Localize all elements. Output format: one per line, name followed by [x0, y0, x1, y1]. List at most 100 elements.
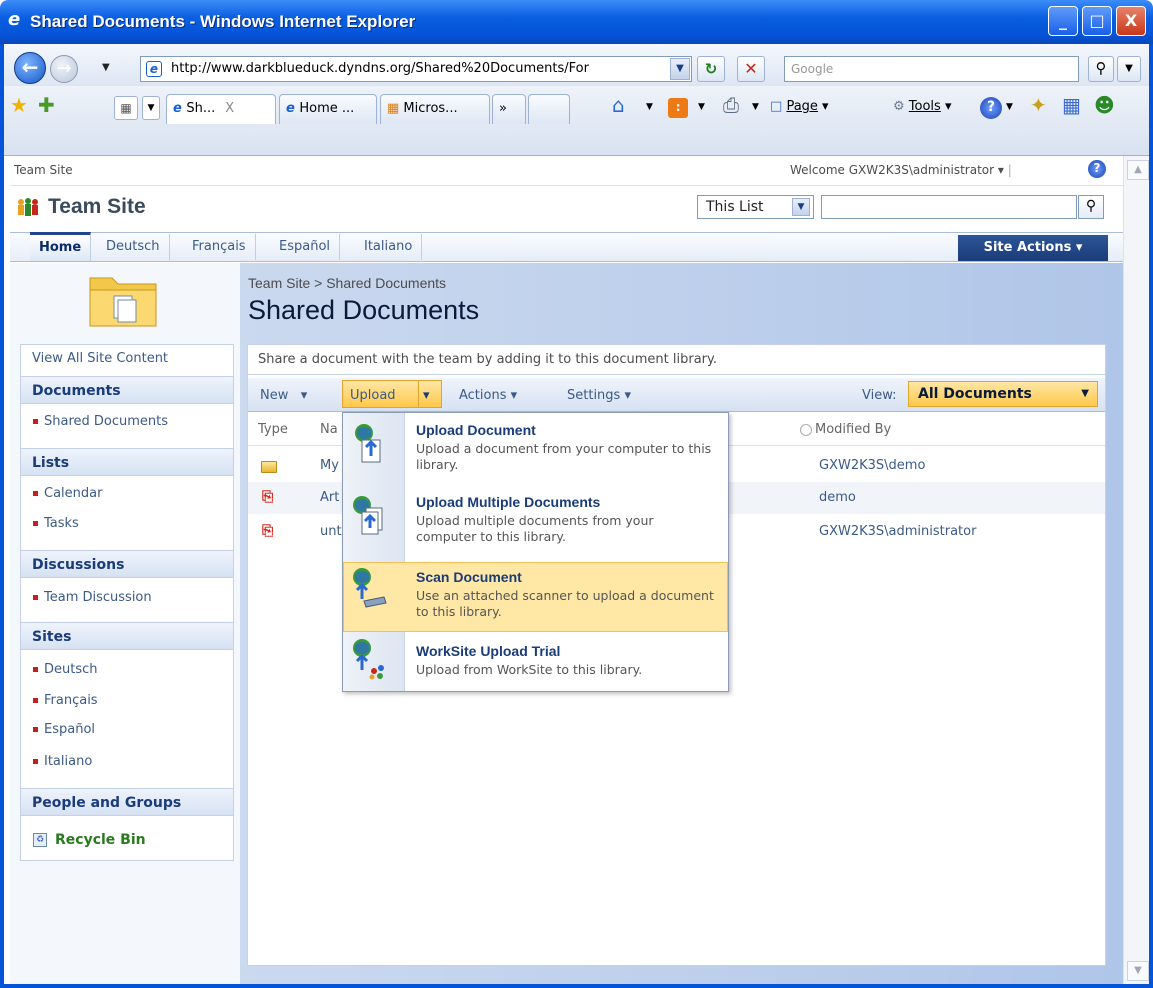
scroll-down-icon[interactable]: ▼ — [1127, 961, 1149, 981]
page-menu[interactable]: □ Page ▾ — [770, 94, 829, 120]
site-actions-menu[interactable]: Site Actions ▾ — [958, 235, 1108, 261]
home-dropdown-icon[interactable]: ▼ — [646, 94, 653, 120]
tools-menu[interactable]: ⚙ Tools ▾ — [893, 94, 952, 120]
quicklaunch-heading-lists[interactable]: Lists — [21, 448, 233, 476]
tab-overflow[interactable]: » — [492, 94, 526, 124]
tab-home[interactable]: e Home ... — [279, 94, 377, 124]
topnav-italiano[interactable]: Italiano — [355, 234, 423, 260]
row-name[interactable]: unt — [320, 522, 342, 542]
print-icon[interactable]: ⎙ — [723, 94, 739, 116]
quicklaunch-item-francais[interactable]: Français — [21, 686, 233, 716]
upload-label: Upload — [350, 388, 396, 403]
quicklaunch-heading-discussions[interactable]: Discussions — [21, 550, 233, 578]
topnav-francais[interactable]: Français — [183, 234, 256, 260]
search-icon[interactable]: ⚲ — [1078, 195, 1104, 219]
home-icon[interactable]: ⌂ — [612, 94, 625, 116]
stop-button[interactable]: ✕ — [737, 56, 765, 82]
ie-page-icon: e — [286, 101, 300, 116]
tab-microsoft[interactable]: ▦ Micros... — [380, 94, 490, 124]
folder-icon — [261, 461, 277, 473]
translate-icon[interactable]: ▦ — [1062, 94, 1081, 116]
site-title[interactable]: Team Site — [48, 195, 146, 219]
view-all-site-content-link[interactable]: View All Site Content — [21, 345, 233, 372]
pdf-icon: ⎘ — [262, 489, 274, 505]
window-frame-left — [0, 44, 4, 988]
quicklaunch-heading-sites[interactable]: Sites — [21, 622, 233, 650]
upload-dropdown-icon[interactable]: ▾ — [423, 384, 430, 408]
close-button[interactable]: X — [1116, 6, 1146, 36]
quicklaunch-item-shared-documents[interactable]: Shared Documents — [21, 407, 233, 437]
site-search-input[interactable] — [821, 195, 1077, 219]
new-menu[interactable]: New ▾ — [260, 384, 307, 408]
row-modified-by[interactable]: demo — [819, 488, 856, 508]
search-options-dropdown-icon[interactable]: ▼ — [1117, 56, 1141, 82]
library-description: Share a document with the team by adding… — [248, 345, 1105, 375]
worksite-upload-icon — [353, 639, 384, 680]
quicklaunch-item-team-discussion[interactable]: Team Discussion — [21, 583, 233, 613]
history-dropdown-icon[interactable]: ▼ — [102, 62, 110, 73]
view-select[interactable]: All Documents ▼ — [908, 381, 1098, 407]
address-bar[interactable]: http://www.darkblueduck.dyndns.org/Share… — [140, 56, 692, 82]
team-site-link[interactable]: Team Site — [14, 163, 73, 177]
quicklaunch-item-italiano[interactable]: Italiano — [21, 747, 233, 777]
settings-menu[interactable]: Settings ▾ — [567, 384, 631, 408]
scan-document-title: Scan Document — [416, 569, 522, 585]
back-button[interactable]: ← — [14, 52, 46, 84]
chevron-down-icon: ▾ — [997, 163, 1004, 177]
print-dropdown-icon[interactable]: ▼ — [752, 94, 759, 120]
feeds-icon[interactable]: ∶ — [668, 98, 688, 118]
row-modified-by[interactable]: GXW2K3S\demo — [819, 456, 925, 476]
column-type[interactable]: Type — [258, 422, 288, 437]
quick-tabs-icon[interactable]: ▦ — [114, 96, 138, 120]
recycle-bin-link[interactable]: ♻ Recycle Bin — [21, 827, 233, 853]
ie-page-icon: e — [173, 101, 187, 116]
row-name[interactable]: Art — [320, 488, 339, 508]
chevron-down-icon[interactable]: ▼ — [792, 198, 810, 216]
column-modified-by[interactable]: Modified By — [800, 422, 891, 437]
upload-multiple-documents-desc: Upload multiple documents from your comp… — [416, 513, 654, 544]
favorites-star-icon[interactable]: ★ — [10, 94, 28, 116]
forward-button[interactable]: → — [50, 55, 78, 83]
quicklaunch-item-tasks[interactable]: Tasks — [21, 509, 233, 539]
scan-document-desc: Use an attached scanner to upload a docu… — [416, 588, 714, 619]
topnav-deutsch[interactable]: Deutsch — [97, 234, 170, 260]
quicklaunch-item-calendar[interactable]: Calendar — [21, 479, 233, 509]
minimize-button[interactable]: _ — [1048, 6, 1078, 36]
row-name[interactable]: My — [320, 456, 339, 476]
quicklaunch-item-deutsch[interactable]: Deutsch — [21, 655, 233, 685]
window-frame-right — [1149, 44, 1153, 988]
research-icon[interactable]: ✦ — [1030, 94, 1047, 116]
actions-menu[interactable]: Actions ▾ — [459, 384, 517, 408]
scroll-up-icon[interactable]: ▲ — [1127, 160, 1149, 180]
refresh-button[interactable]: ↻ — [697, 56, 725, 82]
quicklaunch-heading-people-and-groups[interactable]: People and Groups — [21, 788, 233, 816]
help-dropdown-icon[interactable]: ▼ — [1006, 94, 1013, 120]
tab-shared-documents[interactable]: e Sh... X — [166, 94, 276, 124]
document-library-icon — [89, 277, 157, 327]
tab-close-icon[interactable]: X — [225, 101, 234, 116]
upload-document-title: Upload Document — [416, 422, 536, 438]
page-title: Shared Documents — [248, 295, 480, 325]
add-favorite-icon[interactable]: ✚ — [38, 94, 55, 116]
upload-document-icon — [355, 424, 381, 463]
feeds-dropdown-icon[interactable]: ▼ — [698, 94, 705, 120]
search-input[interactable]: Google — [784, 56, 1079, 82]
search-icon[interactable]: ⚲ — [1088, 56, 1114, 82]
address-dropdown-icon[interactable]: ▼ — [670, 58, 690, 80]
quicklaunch-heading-documents[interactable]: Documents — [21, 376, 233, 404]
messenger-icon[interactable]: ☻ — [1094, 94, 1115, 116]
topnav-home[interactable]: Home — [30, 232, 92, 261]
help-icon[interactable]: ? — [980, 97, 1002, 119]
column-name[interactable]: Na — [320, 422, 338, 437]
tab-list-dropdown-icon[interactable]: ▼ — [142, 96, 160, 120]
maximize-button[interactable]: □ — [1082, 6, 1112, 36]
microsoft-logo-icon: ▦ — [387, 101, 404, 116]
help-icon[interactable]: ? — [1088, 160, 1106, 178]
topnav-espanol[interactable]: Español — [270, 234, 341, 260]
breadcrumb[interactable]: Team Site > Shared Documents — [248, 275, 446, 291]
new-tab-button[interactable] — [528, 94, 570, 124]
quicklaunch-item-espanol[interactable]: Español — [21, 715, 233, 745]
row-modified-by[interactable]: GXW2K3S\administrator — [819, 522, 976, 542]
welcome-menu[interactable]: Welcome GXW2K3S\administrator ▾ | — [790, 163, 1012, 177]
scan-document-icon — [353, 568, 387, 608]
